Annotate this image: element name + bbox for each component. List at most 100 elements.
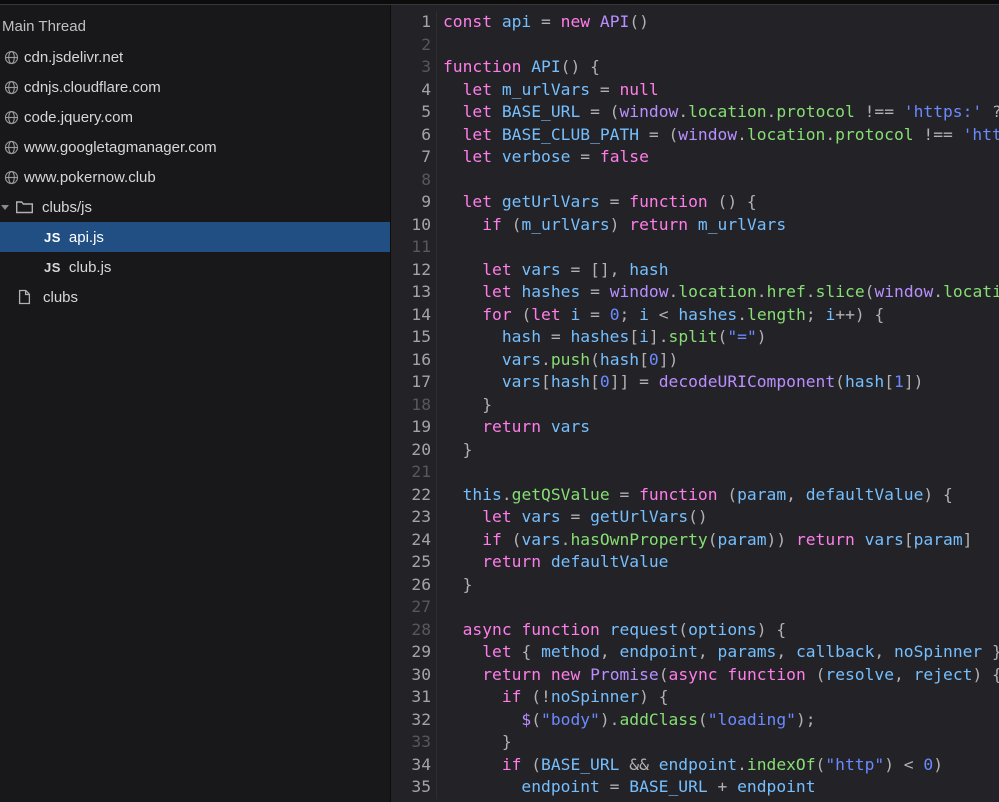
code-text: let vars = getUrlVars() [437,506,708,529]
file-icon [18,289,31,305]
line-number[interactable]: 31 [391,686,437,709]
line-number[interactable]: 26 [391,574,437,597]
tree-item-label: www.pokernow.club [24,169,156,186]
line-number[interactable]: 7 [391,146,437,169]
code-line-1[interactable]: 1const api = new API() [391,11,999,34]
code-line-16[interactable]: 16 vars.push(hash[0]) [391,349,999,372]
code-line-14[interactable]: 14 for (let i = 0; i < hashes.length; i+… [391,304,999,327]
code-line-31[interactable]: 31 if (!noSpinner) { [391,686,999,709]
line-number[interactable]: 17 [391,371,437,394]
line-number[interactable]: 24 [391,529,437,552]
line-number[interactable]: 2 [391,34,437,57]
code-line-30[interactable]: 30 return new Promise(async function (re… [391,664,999,687]
tree-item-label: api.js [69,229,104,246]
line-number[interactable]: 9 [391,191,437,214]
tree-item-label: code.jquery.com [24,109,133,126]
code-line-25[interactable]: 25 return defaultValue [391,551,999,574]
code-line-4[interactable]: 4 let m_urlVars = null [391,79,999,102]
code-text: let verbose = false [437,146,649,169]
tree-item-clubs-js[interactable]: clubs/js [0,192,390,222]
code-line-8[interactable]: 8 [391,169,999,192]
line-number[interactable]: 15 [391,326,437,349]
line-number[interactable]: 22 [391,484,437,507]
tree-item-club-js[interactable]: JSclub.js [0,252,390,282]
code-line-2[interactable]: 2 [391,34,999,57]
line-number[interactable]: 30 [391,664,437,687]
line-number[interactable]: 6 [391,124,437,147]
sources-sidebar: Main Thread cdn.jsdelivr.netcdnjs.cloudf… [0,5,390,802]
line-number[interactable]: 25 [391,551,437,574]
code-line-28[interactable]: 28 async function request(options) { [391,619,999,642]
line-number[interactable]: 33 [391,731,437,754]
tree-item-code-jquery-com[interactable]: code.jquery.com [0,102,390,132]
code-text: this.getQSValue = function (param, defau… [437,484,953,507]
code-line-22[interactable]: 22 this.getQSValue = function (param, de… [391,484,999,507]
code-line-20[interactable]: 20 } [391,439,999,462]
line-number[interactable]: 11 [391,236,437,259]
line-number[interactable]: 4 [391,79,437,102]
code-line-3[interactable]: 3function API() { [391,56,999,79]
line-number[interactable]: 13 [391,281,437,304]
line-number[interactable]: 3 [391,56,437,79]
code-line-11[interactable]: 11 [391,236,999,259]
line-number[interactable]: 35 [391,776,437,799]
tree-item-www-pokernow-club[interactable]: www.pokernow.club [0,162,390,192]
tree-item-label: club.js [69,259,112,276]
code-line-18[interactable]: 18 } [391,394,999,417]
code-line-17[interactable]: 17 vars[hash[0]] = decodeURIComponent(ha… [391,371,999,394]
line-number[interactable]: 32 [391,709,437,732]
line-number[interactable]: 29 [391,641,437,664]
code-line-6[interactable]: 6 let BASE_CLUB_PATH = (window.location.… [391,124,999,147]
code-line-23[interactable]: 23 let vars = getUrlVars() [391,506,999,529]
code-line-26[interactable]: 26 } [391,574,999,597]
code-line-27[interactable]: 27 [391,596,999,619]
line-number[interactable]: 27 [391,596,437,619]
globe-icon [4,50,19,65]
code-line-9[interactable]: 9 let getUrlVars = function () { [391,191,999,214]
line-number[interactable]: 5 [391,101,437,124]
line-number[interactable]: 21 [391,461,437,484]
code-text: vars[hash[0]] = decodeURIComponent(hash[… [437,371,923,394]
folder-icon [15,199,34,215]
tree-item-api-js[interactable]: JSapi.js [0,222,390,252]
code-text: $("body").addClass("loading"); [437,709,816,732]
code-text: } [437,574,472,597]
code-line-10[interactable]: 10 if (m_urlVars) return m_urlVars [391,214,999,237]
line-number[interactable]: 14 [391,304,437,327]
tree-item-cdnjs-cloudflare-com[interactable]: cdnjs.cloudflare.com [0,72,390,102]
code-line-15[interactable]: 15 hash = hashes[i].split("=") [391,326,999,349]
code-line-7[interactable]: 7 let verbose = false [391,146,999,169]
expand-caret-icon[interactable] [1,205,9,210]
code-line-12[interactable]: 12 let vars = [], hash [391,259,999,282]
line-number[interactable]: 18 [391,394,437,417]
code-line-13[interactable]: 13 let hashes = window.location.href.sli… [391,281,999,304]
tree-item-www-googletagmanager-com[interactable]: www.googletagmanager.com [0,132,390,162]
code-text: endpoint = BASE_URL + endpoint [437,776,816,799]
code-line-21[interactable]: 21 [391,461,999,484]
code-line-32[interactable]: 32 $("body").addClass("loading"); [391,709,999,732]
line-number[interactable]: 34 [391,754,437,777]
code-text: if (m_urlVars) return m_urlVars [437,214,786,237]
globe-icon [4,140,19,155]
code-line-33[interactable]: 33 } [391,731,999,754]
code-line-29[interactable]: 29 let { method, endpoint, params, callb… [391,641,999,664]
code-line-34[interactable]: 34 if (BASE_URL && endpoint.indexOf("htt… [391,754,999,777]
tree-item-clubs[interactable]: clubs [0,282,390,312]
code-text: let getUrlVars = function () { [437,191,757,214]
line-number[interactable]: 16 [391,349,437,372]
line-number[interactable]: 28 [391,619,437,642]
line-number[interactable]: 12 [391,259,437,282]
line-number[interactable]: 19 [391,416,437,439]
line-number[interactable]: 1 [391,11,437,34]
tree-item-cdn-jsdelivr-net[interactable]: cdn.jsdelivr.net [0,42,390,72]
line-number[interactable]: 8 [391,169,437,192]
line-number[interactable]: 23 [391,506,437,529]
line-number[interactable]: 20 [391,439,437,462]
code-text [437,169,443,192]
code-text: async function request(options) { [437,619,786,642]
code-line-19[interactable]: 19 return vars [391,416,999,439]
code-line-5[interactable]: 5 let BASE_URL = (window.location.protoc… [391,101,999,124]
line-number[interactable]: 10 [391,214,437,237]
code-line-35[interactable]: 35 endpoint = BASE_URL + endpoint [391,776,999,799]
code-line-24[interactable]: 24 if (vars.hasOwnProperty(param)) retur… [391,529,999,552]
